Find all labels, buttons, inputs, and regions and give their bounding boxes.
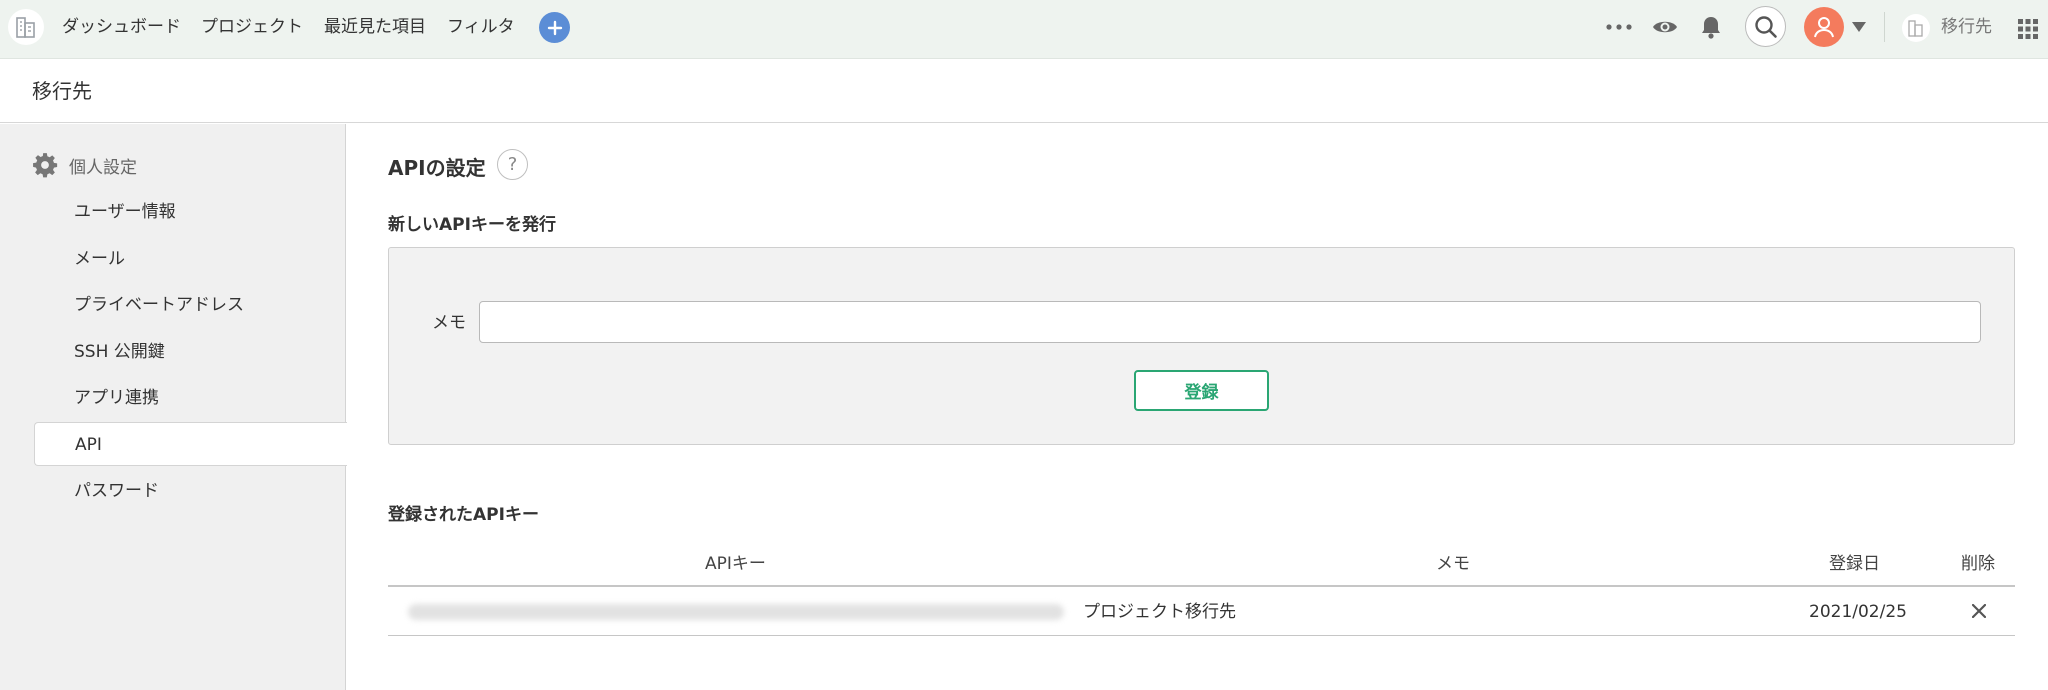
table-row-memo: プロジェクト移行先	[1083, 602, 1236, 622]
user-avatar-icon[interactable]	[1804, 7, 1844, 47]
help-icon[interactable]: ?	[497, 149, 528, 180]
chevron-down-icon[interactable]	[1851, 20, 1867, 34]
sidebar-item-api[interactable]: API	[34, 422, 347, 466]
column-header-date: 登録日	[1829, 554, 1880, 574]
add-icon[interactable]	[539, 12, 570, 43]
sidebar-section-header: 個人設定	[32, 150, 137, 180]
sidebar-item-user-info[interactable]: ユーザー情報	[34, 190, 347, 234]
settings-sidebar: 個人設定 ユーザー情報 メール プライベートアドレス SSH 公開鍵 アプリ連携…	[0, 124, 347, 690]
table-row-divider	[388, 635, 2015, 636]
column-header-memo: メモ	[1436, 554, 1470, 574]
column-header-delete: 削除	[1961, 554, 1995, 574]
column-header-api-key: APIキー	[705, 554, 766, 574]
memo-label: メモ	[432, 313, 466, 333]
nav-filters[interactable]: フィルタ	[447, 0, 515, 54]
more-icon[interactable]	[1604, 14, 1634, 40]
delete-icon[interactable]	[1969, 601, 1989, 621]
current-project-name[interactable]: 移行先	[1941, 0, 1992, 54]
top-navigation-bar: ダッシュボード プロジェクト 最近見た項目 フィルタ 移行先	[0, 0, 2048, 59]
api-key-value-redacted	[408, 604, 1064, 620]
search-button[interactable]	[1745, 6, 1786, 47]
api-settings-title: APIの設定	[388, 156, 486, 180]
register-button[interactable]: 登録	[1134, 370, 1269, 411]
nav-recent-items[interactable]: 最近見た項目	[324, 0, 426, 54]
nav-projects[interactable]: プロジェクト	[201, 0, 303, 54]
sidebar-item-password[interactable]: パスワード	[34, 469, 347, 513]
memo-input[interactable]	[479, 301, 1981, 343]
watch-icon[interactable]	[1650, 14, 1680, 40]
table-header-divider	[388, 585, 2015, 587]
new-api-key-form: メモ 登録	[388, 247, 2015, 445]
bell-icon[interactable]	[1697, 13, 1725, 41]
sidebar-item-private-address[interactable]: プライベートアドレス	[34, 283, 347, 327]
new-api-key-heading: 新しいAPIキーを発行	[388, 215, 556, 235]
sidebar-section-label: 個人設定	[69, 157, 137, 178]
apps-grid-icon[interactable]	[2017, 18, 2039, 40]
divider	[1884, 12, 1885, 42]
space-logo-icon[interactable]	[8, 9, 44, 45]
nav-dashboard[interactable]: ダッシュボード	[62, 0, 181, 54]
sidebar-item-app-integration[interactable]: アプリ連携	[34, 376, 347, 420]
registered-api-keys-heading: 登録されたAPIキー	[388, 505, 539, 525]
search-icon	[1754, 15, 1777, 38]
page-header: 移行先	[0, 59, 2048, 123]
project-icon	[1902, 14, 1930, 42]
sidebar-item-mail[interactable]: メール	[34, 237, 347, 281]
table-row-date: 2021/02/25	[1809, 602, 1907, 622]
sidebar-item-ssh-keys[interactable]: SSH 公開鍵	[34, 330, 347, 374]
page-title: 移行先	[32, 79, 92, 103]
gear-icon	[33, 153, 58, 178]
